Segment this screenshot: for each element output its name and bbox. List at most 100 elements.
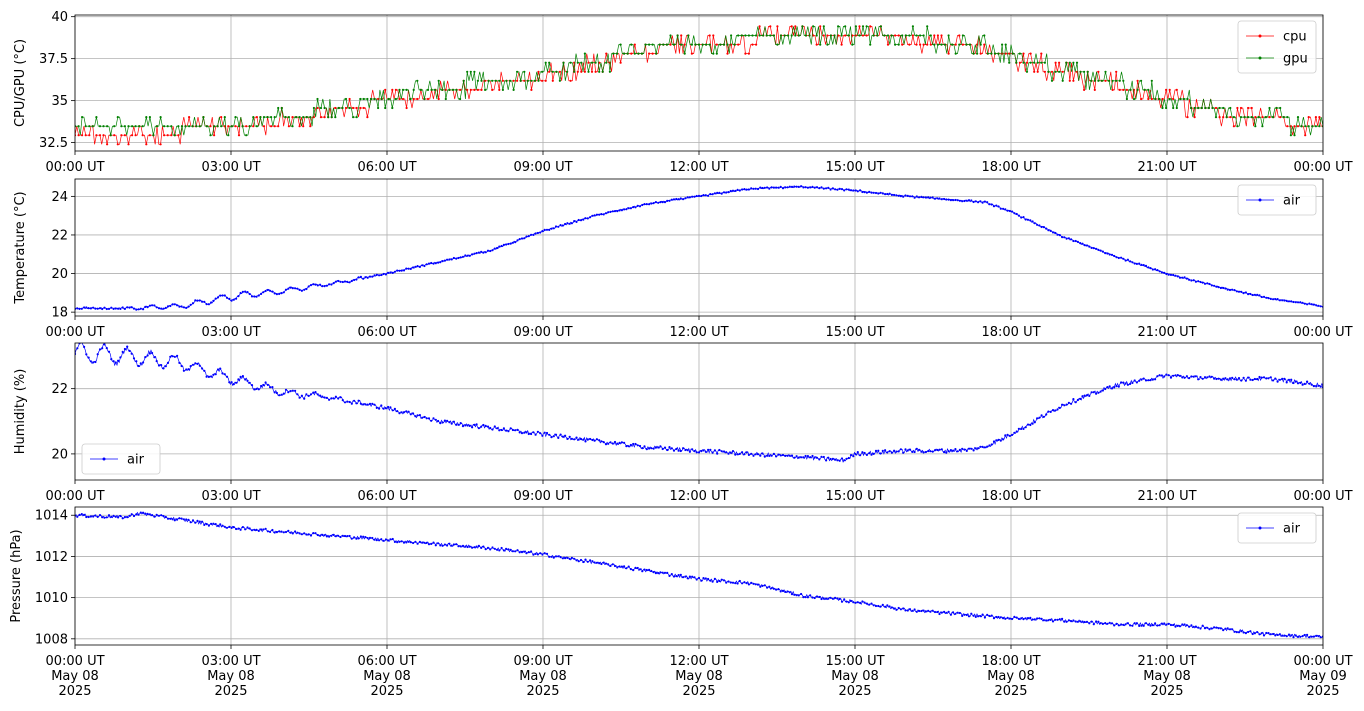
data-point bbox=[191, 125, 194, 128]
data-point bbox=[312, 532, 315, 535]
data-point bbox=[1079, 70, 1082, 73]
data-point bbox=[843, 189, 846, 192]
data-point bbox=[1163, 375, 1166, 378]
data-point bbox=[564, 222, 567, 226]
data-point bbox=[391, 409, 394, 412]
data-point bbox=[275, 391, 278, 395]
data-point bbox=[214, 373, 217, 376]
data-point bbox=[141, 125, 144, 128]
data-point bbox=[1022, 427, 1025, 430]
y-tick-label: 18 bbox=[51, 306, 68, 321]
data-point bbox=[450, 258, 453, 261]
data-point bbox=[1210, 375, 1213, 378]
data-point bbox=[1269, 297, 1272, 300]
data-point bbox=[986, 445, 989, 448]
data-point bbox=[707, 577, 710, 581]
data-point bbox=[359, 97, 362, 101]
data-point bbox=[366, 116, 369, 119]
data-point bbox=[1143, 88, 1146, 91]
data-point bbox=[583, 70, 587, 73]
data-point bbox=[1115, 79, 1118, 82]
data-point bbox=[78, 307, 81, 310]
data-point bbox=[1194, 375, 1197, 378]
data-point bbox=[1161, 106, 1164, 110]
data-point bbox=[459, 88, 462, 91]
data-point bbox=[618, 209, 621, 212]
data-point bbox=[455, 543, 458, 546]
data-point bbox=[834, 458, 837, 461]
data-point bbox=[223, 525, 226, 528]
data-point bbox=[112, 360, 115, 363]
data-point bbox=[452, 256, 455, 260]
data-point bbox=[1160, 271, 1163, 274]
data-point bbox=[534, 552, 537, 556]
data-point bbox=[1306, 633, 1309, 637]
data-point bbox=[924, 196, 928, 199]
data-point bbox=[237, 134, 241, 137]
data-point bbox=[765, 34, 768, 37]
data-point bbox=[382, 272, 385, 276]
data-point bbox=[822, 455, 825, 459]
data-point bbox=[171, 518, 174, 521]
data-point bbox=[1149, 379, 1152, 382]
data-point bbox=[216, 125, 219, 128]
data-point bbox=[750, 187, 753, 190]
legend-marker bbox=[102, 457, 106, 461]
data-point bbox=[1251, 378, 1254, 382]
data-point bbox=[826, 34, 829, 37]
data-point bbox=[300, 533, 303, 536]
data-point bbox=[877, 449, 880, 452]
data-point bbox=[879, 452, 882, 455]
data-point bbox=[877, 192, 880, 195]
data-point bbox=[741, 451, 744, 454]
data-point bbox=[187, 368, 190, 371]
data-point bbox=[185, 306, 188, 309]
data-point bbox=[573, 557, 576, 560]
data-point bbox=[1063, 620, 1066, 623]
data-point bbox=[661, 571, 664, 574]
data-point bbox=[1101, 622, 1104, 626]
data-point bbox=[983, 43, 986, 46]
data-point bbox=[305, 533, 308, 536]
data-point bbox=[1033, 618, 1036, 621]
data-point bbox=[1040, 414, 1043, 417]
data-point bbox=[988, 203, 991, 206]
data-point bbox=[1258, 294, 1261, 297]
data-point bbox=[740, 34, 743, 37]
data-point bbox=[520, 551, 524, 554]
data-point bbox=[566, 556, 569, 560]
data-point bbox=[264, 381, 267, 384]
data-point bbox=[1192, 625, 1195, 628]
data-point bbox=[450, 422, 453, 425]
data-point bbox=[747, 52, 751, 55]
legend-label-air: air bbox=[1283, 194, 1301, 209]
data-point bbox=[316, 97, 319, 101]
data-point bbox=[591, 438, 594, 442]
data-point bbox=[259, 116, 262, 119]
data-point bbox=[188, 125, 191, 128]
data-point bbox=[1061, 236, 1064, 239]
data-point bbox=[931, 196, 934, 199]
data-point bbox=[1283, 377, 1286, 380]
data-point bbox=[273, 116, 276, 119]
data-point bbox=[929, 34, 932, 37]
data-point bbox=[96, 515, 99, 519]
data-point bbox=[162, 307, 165, 310]
data-point bbox=[654, 446, 658, 449]
data-point bbox=[494, 79, 497, 82]
data-point bbox=[107, 514, 111, 517]
data-point bbox=[793, 456, 796, 459]
data-point bbox=[80, 513, 83, 516]
data-point bbox=[790, 185, 794, 188]
data-point bbox=[663, 201, 667, 204]
data-point bbox=[1118, 79, 1121, 82]
data-point bbox=[544, 79, 547, 82]
data-point bbox=[307, 285, 310, 288]
x-tick-label: 00:00 UT bbox=[45, 654, 104, 669]
data-point bbox=[282, 291, 285, 294]
data-point bbox=[128, 514, 131, 517]
data-point bbox=[514, 429, 517, 432]
data-point bbox=[284, 288, 288, 291]
data-point bbox=[1190, 375, 1193, 378]
data-point bbox=[237, 378, 240, 381]
